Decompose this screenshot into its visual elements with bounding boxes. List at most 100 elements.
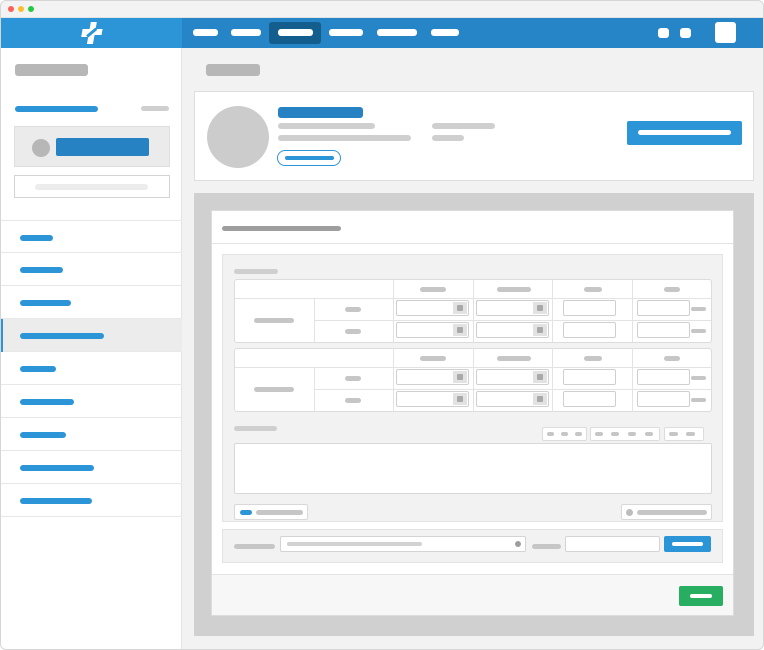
row-group-label (254, 318, 294, 323)
main-content (182, 48, 763, 649)
sidebar-item-3[interactable] (1, 286, 182, 319)
sidebar (1, 48, 182, 649)
modal-backdrop (194, 193, 754, 636)
primary-action-label (638, 130, 731, 135)
value-input[interactable] (637, 322, 690, 338)
value-input[interactable] (396, 391, 469, 407)
add-button-label (672, 542, 703, 546)
form-title (222, 226, 341, 231)
save-button[interactable] (679, 586, 723, 606)
unit-label (691, 329, 706, 333)
value-input[interactable] (563, 322, 616, 338)
nav-item-1[interactable] (193, 29, 218, 36)
toggle-indicator (240, 510, 252, 515)
sidebar-item-1[interactable] (1, 220, 182, 253)
value-input[interactable] (396, 322, 469, 338)
title-bar (1, 1, 763, 18)
modal-footer (212, 575, 733, 615)
patient-detail-4 (432, 135, 464, 141)
radio-label (637, 510, 707, 515)
col-header-2 (497, 356, 531, 361)
ordered-list-icon[interactable] (611, 432, 619, 436)
outdent-icon[interactable] (645, 432, 653, 436)
value-input[interactable] (637, 391, 690, 407)
nav-item-6[interactable] (431, 29, 459, 36)
italic-icon[interactable] (561, 432, 568, 436)
value-input[interactable] (563, 369, 616, 385)
col-header-4 (664, 287, 680, 292)
value-input[interactable] (563, 391, 616, 407)
patient-name-button[interactable] (56, 138, 149, 156)
measurements-table-2 (234, 348, 712, 412)
patient-detail-2 (278, 135, 411, 141)
col-header-1 (420, 287, 446, 292)
underline-icon[interactable] (575, 432, 582, 436)
value-input[interactable] (637, 300, 690, 316)
patient-detail-1 (278, 123, 375, 129)
bold-icon[interactable] (547, 432, 554, 436)
sidebar-section-link[interactable] (15, 106, 98, 112)
logo-area[interactable] (1, 18, 182, 48)
unit-label (691, 376, 706, 380)
unit-label (691, 398, 706, 402)
value-input[interactable] (476, 322, 549, 338)
minimize-window-button[interactable] (18, 6, 24, 12)
sidebar-item-8[interactable] (1, 451, 182, 484)
page-title (206, 64, 260, 76)
row-label-2 (345, 398, 361, 403)
list-icon[interactable] (595, 432, 603, 436)
sidebar-item-9[interactable] (1, 484, 182, 517)
value-input[interactable] (396, 369, 469, 385)
measurements-table-1 (234, 279, 712, 343)
value-input[interactable] (563, 300, 616, 316)
value-input[interactable] (476, 369, 549, 385)
sidebar-section-meta (141, 106, 169, 111)
sidebar-item-7[interactable] (1, 418, 182, 451)
text-format-toolbar (542, 427, 706, 443)
value-input[interactable] (637, 369, 690, 385)
user-avatar-icon[interactable] (715, 22, 736, 43)
add-button[interactable] (664, 536, 711, 552)
unit-label (691, 307, 706, 311)
patient-name (278, 107, 363, 118)
patient-avatar (32, 139, 50, 157)
col-header-4 (664, 356, 680, 361)
quantity-label (532, 544, 561, 549)
value-input[interactable] (476, 300, 549, 316)
redo-icon[interactable] (686, 432, 695, 436)
nav-item-2[interactable] (231, 29, 261, 36)
sidebar-search-input[interactable] (14, 175, 170, 198)
patient-tag-badge[interactable] (277, 150, 341, 166)
search-placeholder (35, 184, 148, 190)
value-input[interactable] (476, 391, 549, 407)
quantity-input[interactable] (565, 536, 660, 552)
medical-cross-icon (81, 22, 103, 44)
toggle-label (256, 510, 303, 515)
undo-icon[interactable] (669, 432, 678, 436)
nav-item-5[interactable] (377, 29, 417, 36)
indent-icon[interactable] (628, 432, 636, 436)
value-input[interactable] (396, 300, 469, 316)
notification-icon[interactable] (658, 28, 669, 38)
sidebar-item-5[interactable] (1, 352, 182, 385)
patient-photo (207, 106, 269, 168)
sidebar-item-4-active[interactable] (1, 319, 182, 352)
sidebar-title (15, 64, 88, 76)
sidebar-item-6[interactable] (1, 385, 182, 418)
nav-item-4[interactable] (329, 29, 363, 36)
patient-select-card[interactable] (14, 126, 170, 167)
notes-label (234, 426, 277, 431)
item-select-dropdown[interactable] (280, 536, 526, 552)
patient-detail-3 (432, 123, 495, 129)
primary-action-button[interactable] (627, 121, 742, 145)
message-icon[interactable] (680, 28, 691, 38)
toggle-option[interactable] (234, 504, 308, 520)
maximize-window-button[interactable] (28, 6, 34, 12)
radio-option[interactable] (621, 504, 712, 520)
close-window-button[interactable] (8, 6, 14, 12)
notes-textarea[interactable] (234, 443, 712, 494)
app-window (0, 0, 764, 650)
sidebar-item-2[interactable] (1, 253, 182, 286)
patient-header-card (194, 91, 754, 181)
top-navigation-bar (1, 18, 763, 48)
